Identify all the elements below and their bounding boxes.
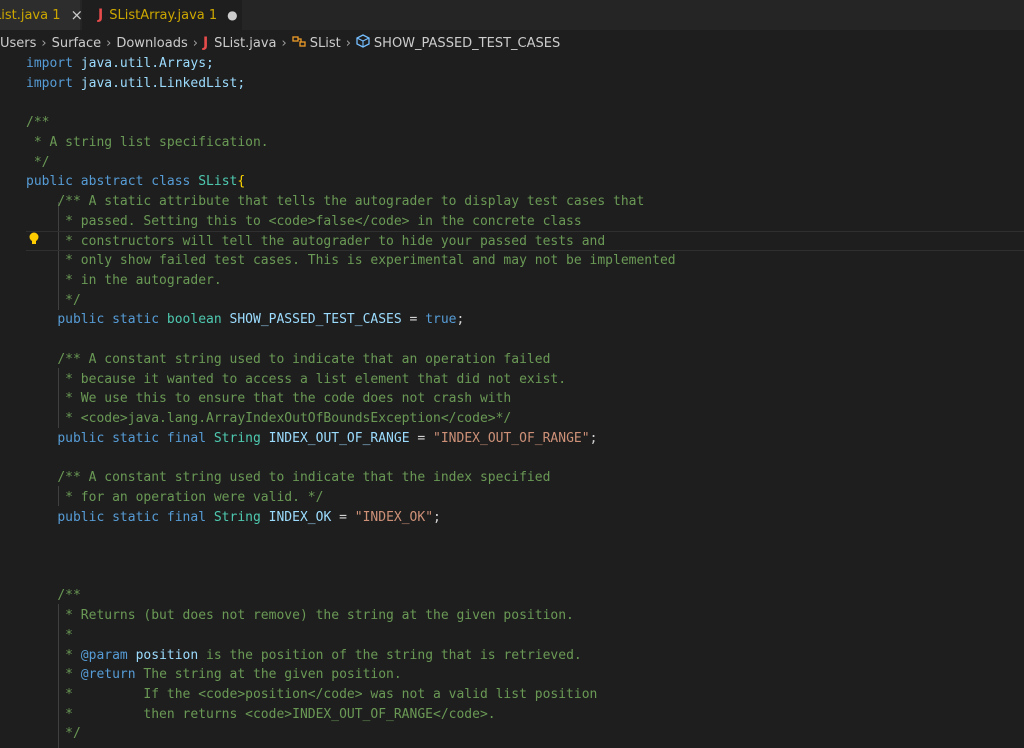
code-line: * @param position is the position of the…	[57, 647, 582, 663]
code-line: * We use this to ensure that the code do…	[57, 391, 512, 407]
chevron-right-icon: ›	[106, 35, 112, 51]
code-line: * passed. Setting this to <code>false</c…	[57, 213, 582, 229]
code-line: import java.util.Arrays;	[26, 56, 214, 71]
code-line: *	[57, 627, 73, 643]
code-line: public static final String INDEX_OUT_OF_…	[57, 430, 598, 446]
code-line: * for an operation were valid. */	[57, 489, 324, 505]
tab-bar: List.java 1 × J SListArray.java 1 ●	[0, 0, 1024, 30]
breadcrumb-item-file[interactable]: SList.java	[214, 36, 276, 51]
tab-label: List.java 1	[0, 7, 61, 23]
breadcrumb-item-class[interactable]: SList	[310, 36, 341, 51]
code-line: * If the <code>position</code> was not a…	[57, 687, 598, 702]
code-line: * in the autograder.	[57, 272, 222, 288]
field-icon	[356, 34, 370, 52]
chevron-right-icon: ›	[345, 35, 351, 51]
breadcrumb-item-downloads[interactable]: Downloads	[116, 36, 187, 51]
tab-label: SListArray.java 1	[109, 7, 218, 23]
breadcrumb-item-users[interactable]: Users	[0, 36, 36, 51]
code-line: */	[57, 292, 81, 308]
code-line: * only show failed test cases. This is e…	[57, 253, 676, 269]
code-line: /** A static attribute that tells the au…	[57, 194, 645, 210]
code-line: public static boolean SHOW_PASSED_TEST_C…	[57, 312, 465, 328]
code-line: import java.util.LinkedList;	[26, 75, 246, 91]
chevron-right-icon: ›	[192, 35, 198, 51]
tab-list-java[interactable]: List.java 1 ×	[0, 0, 83, 30]
code-line: public abstract class SList{	[26, 174, 246, 190]
breadcrumb-item-field[interactable]: SHOW_PASSED_TEST_CASES	[374, 36, 560, 51]
java-file-icon: J	[98, 7, 104, 23]
code-line: /**	[57, 588, 81, 604]
code-line: */	[57, 726, 81, 742]
code-line: /** A constant string used to indicate t…	[57, 351, 551, 367]
code-line: */	[26, 154, 50, 170]
code-line-current: * constructors will tell the autograder …	[26, 231, 1024, 252]
code-editor[interactable]: import java.util.Arrays; import java.uti…	[26, 54, 1024, 744]
code-line: * <code>java.lang.ArrayIndexOutOfBoundsE…	[57, 410, 512, 426]
code-line: * A string list specification.	[26, 134, 269, 150]
chevron-right-icon: ›	[281, 35, 287, 51]
code-line: * then returns <code>INDEX_OUT_OF_RANGE<…	[57, 706, 496, 722]
tab-slistarray-java[interactable]: J SListArray.java 1 ●	[82, 0, 242, 30]
chevron-right-icon: ›	[41, 35, 47, 51]
breadcrumb-item-surface[interactable]: Surface	[52, 36, 102, 51]
code-line: /**	[26, 115, 50, 131]
code-line: * Returns (but does not remove) the stri…	[57, 608, 574, 624]
code-line: public static final String INDEX_OK = "I…	[57, 509, 441, 525]
code-line: * @return The string at the given positi…	[57, 667, 402, 683]
java-file-icon: J	[202, 35, 209, 51]
breadcrumb: Users › Surface › Downloads › J SList.ja…	[0, 34, 560, 52]
code-line: * because it wanted to access a list ele…	[57, 371, 567, 387]
code-line: /** A constant string used to indicate t…	[57, 470, 551, 486]
unsaved-dot-icon[interactable]: ●	[227, 8, 237, 22]
class-icon	[292, 34, 306, 52]
